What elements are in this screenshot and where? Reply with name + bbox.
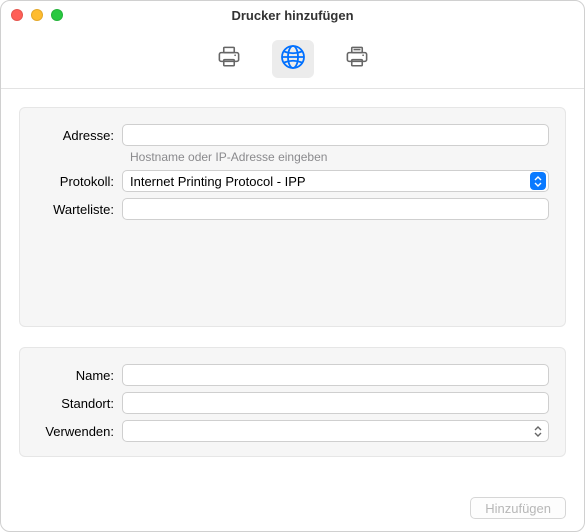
queue-label: Warteliste: (36, 202, 122, 217)
tab-windows[interactable] (336, 40, 378, 78)
toolbar (1, 29, 584, 89)
chevron-updown-icon (530, 172, 546, 190)
titlebar: Drucker hinzufügen (1, 1, 584, 29)
location-label: Standort: (36, 396, 122, 411)
printer-advanced-icon (343, 43, 371, 74)
add-button-label: Hinzufügen (485, 501, 551, 516)
protocol-select[interactable]: Internet Printing Protocol - IPP (122, 170, 549, 192)
globe-icon (279, 43, 307, 74)
protocol-value: Internet Printing Protocol - IPP (130, 174, 530, 189)
printer-icon (215, 43, 243, 74)
use-label: Verwenden: (36, 424, 122, 439)
protocol-label: Protokoll: (36, 174, 122, 189)
content: Adresse: Hostname oder IP-Adresse eingeb… (1, 89, 584, 487)
footer: Hinzufügen (1, 487, 584, 531)
queue-input[interactable] (122, 198, 549, 220)
add-printer-window: Drucker hinzufügen (0, 0, 585, 532)
use-select[interactable] (122, 420, 549, 442)
tab-default[interactable] (208, 40, 250, 78)
address-label: Adresse: (36, 128, 122, 143)
address-input[interactable] (122, 124, 549, 146)
connection-panel: Adresse: Hostname oder IP-Adresse eingeb… (19, 107, 566, 327)
add-button[interactable]: Hinzufügen (470, 497, 566, 519)
window-title: Drucker hinzufügen (1, 8, 584, 23)
name-input[interactable] (122, 364, 549, 386)
name-label: Name: (36, 368, 122, 383)
details-panel: Name: Standort: Verwenden: (19, 347, 566, 457)
location-input[interactable] (122, 392, 549, 414)
chevron-updown-icon (530, 422, 546, 440)
address-hint: Hostname oder IP-Adresse eingeben (130, 150, 549, 164)
tab-ip[interactable] (272, 40, 314, 78)
